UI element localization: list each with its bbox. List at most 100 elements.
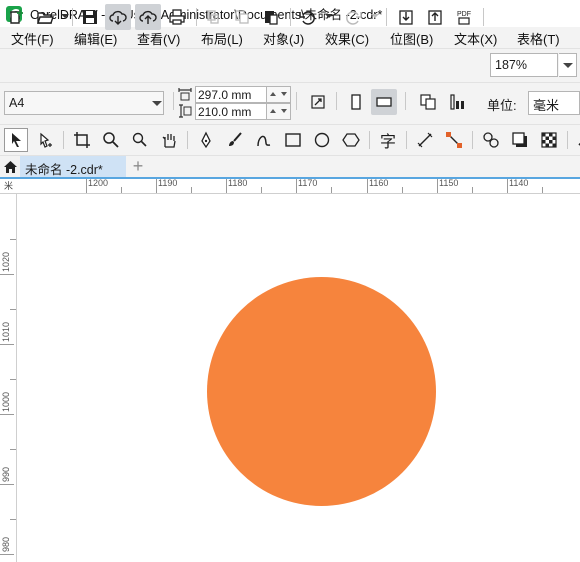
blend-tool-button[interactable] [479,128,503,152]
pick-tool-button[interactable] [4,128,28,152]
connector-icon [446,132,462,148]
menu-layout[interactable]: 布局(L) [201,29,243,48]
zoom-tool-button[interactable] [99,128,123,152]
publish-pdf-button[interactable]: PDF [451,4,477,30]
pan-tool-button[interactable] [157,128,181,152]
cloud-upload-button[interactable] [135,4,161,30]
page-width-spinner[interactable] [267,86,291,103]
ruler-tick [0,554,14,555]
landscape-icon [376,97,392,107]
separator [567,131,568,149]
connector-tool-button[interactable] [442,128,466,152]
separator [187,131,188,149]
separator [405,92,406,110]
paste-button[interactable] [258,4,284,30]
blend-icon [483,132,499,148]
menu-bitmaps[interactable]: 位图(B) [390,29,433,48]
page-width-icon [178,88,192,101]
home-tab[interactable] [0,156,20,177]
horizontal-ruler[interactable] [0,177,580,194]
cut-button[interactable] [200,4,226,30]
menu-text[interactable]: 文本(X) [454,29,497,48]
ruler-h-label: 1150 [439,178,459,188]
separator [296,92,297,110]
import-button[interactable] [393,4,419,30]
export-icon [428,10,442,25]
chevron-down-icon [152,101,162,106]
open-button[interactable] [32,4,58,30]
add-tab-button[interactable]: + [128,156,148,177]
ruler-tick [542,187,543,193]
separator [336,92,337,110]
landscape-button[interactable] [371,89,397,115]
drop-shadow-tool-button[interactable] [508,128,532,152]
menu-file[interactable]: 文件(F) [11,29,54,48]
brush-tool-button[interactable] [223,128,247,152]
separator [386,8,387,26]
ruler-tick [10,519,16,520]
save-button[interactable] [77,4,103,30]
menu-effects[interactable]: 效果(C) [325,29,369,48]
copy-button[interactable] [229,4,255,30]
menu-edit[interactable]: 编辑(E) [74,29,117,48]
menu-object[interactable]: 对象(J) [263,29,304,48]
smart-draw-tool-button[interactable] [252,128,276,152]
zoom-dropdown-button[interactable] [559,53,577,77]
page-height-input[interactable]: 210.0 mm [195,103,267,120]
export-button[interactable] [422,4,448,30]
magnifier-icon [103,132,119,148]
open-dropdown-icon[interactable] [61,14,69,18]
zoom-level-input[interactable]: 187% [490,53,558,77]
ruler-tick [402,187,403,193]
menu-view[interactable]: 查看(V) [137,29,180,48]
tab-document[interactable]: 未命名 -2.cdr* [20,156,126,177]
print-button[interactable] [164,4,190,30]
shape-tool-button[interactable] [34,128,58,152]
text-tool-button[interactable]: 字 [376,128,400,152]
ruler-h-label: 1200 [88,178,109,188]
ruler-origin-corner[interactable]: 米 [0,179,17,194]
separator [173,92,174,110]
page-size-select[interactable]: A4 [4,91,164,115]
separator [406,131,407,149]
portrait-button[interactable] [343,89,369,115]
new-document-button[interactable] [4,4,30,30]
brush-icon [229,132,242,146]
ruler-tick [156,179,157,193]
all-pages-button[interactable] [415,89,441,115]
ruler-tick [367,179,368,193]
polygon-tool-button[interactable] [339,128,363,152]
page-height-spinner[interactable] [267,103,291,120]
ruler-tick [86,179,87,193]
zoom-out-tool-button[interactable] [128,128,152,152]
undo-button[interactable] [294,4,320,30]
crop-tool-button[interactable] [70,128,94,152]
redo-button[interactable] [341,4,367,30]
ruler-tick [0,484,14,485]
page-fit-button[interactable] [305,89,331,115]
units-select[interactable]: 毫米 [528,91,580,115]
pen-tool-button[interactable] [194,128,218,152]
redo-dropdown-icon[interactable] [371,14,379,18]
orange-circle-shape[interactable] [207,277,436,506]
dimension-tool-button[interactable] [413,128,437,152]
cloud-upload-icon [139,10,157,24]
undo-icon [299,11,315,25]
current-page-button[interactable] [445,89,471,115]
eyedropper-icon [578,142,580,146]
page-width-input[interactable]: 297.0 mm [195,86,267,103]
separator [290,8,291,26]
undo-dropdown-icon[interactable] [325,14,333,18]
color-eyedropper-tool-button[interactable] [572,128,580,152]
ellipse-tool-button[interactable] [310,128,334,152]
menu-bar: 文件(F) 编辑(E) 查看(V) 布局(L) 对象(J) 效果(C) 位图(B… [0,27,580,48]
redo-icon [346,11,362,25]
transparency-tool-button[interactable] [537,128,561,152]
all-pages-icon [420,94,436,110]
rectangle-tool-button[interactable] [281,128,305,152]
ruler-h-label: 1170 [298,178,318,188]
ruler-tick [0,344,14,345]
vertical-ruler[interactable] [0,194,17,562]
cloud-import-button[interactable] [105,4,131,30]
menu-table[interactable]: 表格(T) [517,29,560,48]
